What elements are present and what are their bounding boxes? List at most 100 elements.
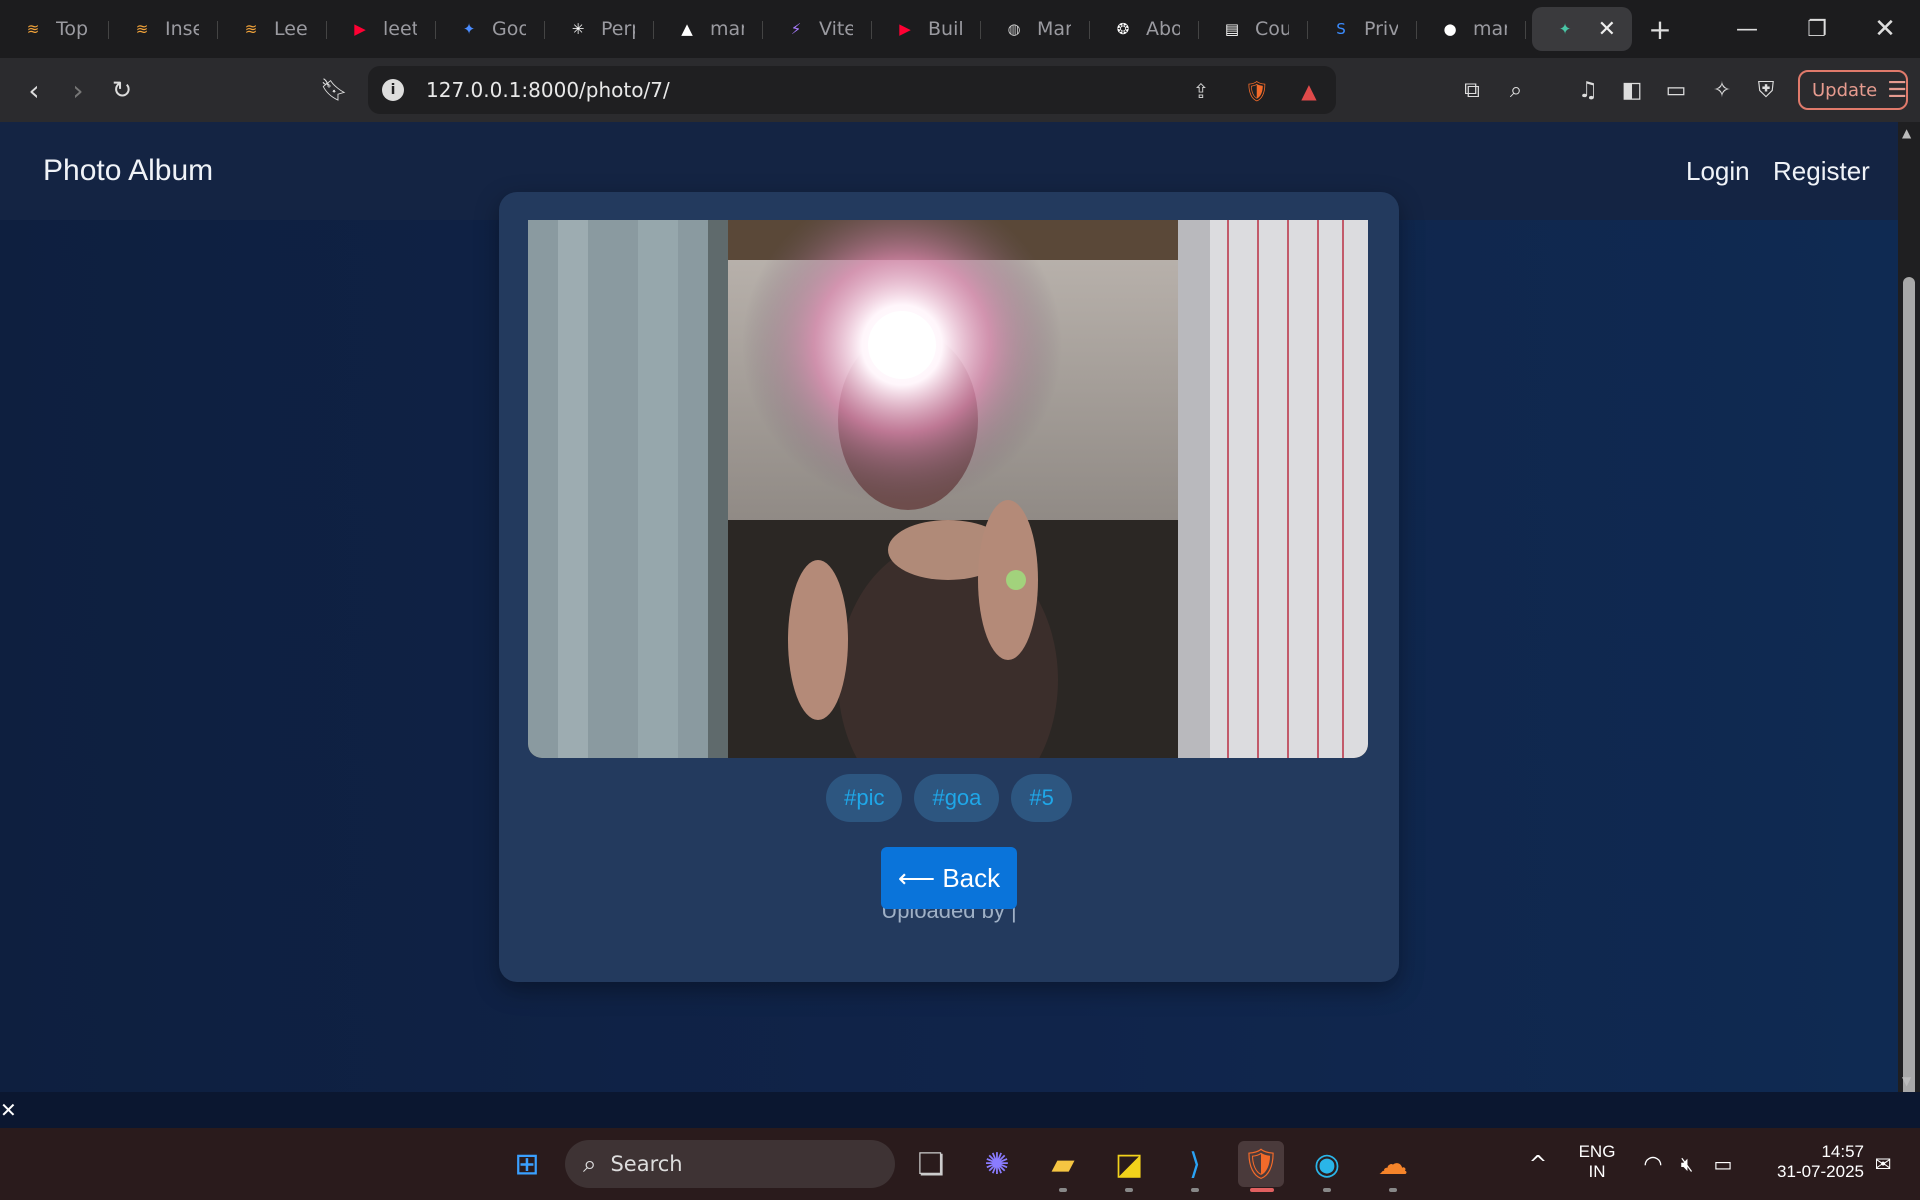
update-label: Update [1812, 79, 1878, 101]
browser-tab[interactable]: ▲ man [654, 7, 763, 51]
tab-title: Abo [1146, 18, 1180, 40]
debug-toolbar-strip: ✕ [0, 1092, 1920, 1128]
tab-title: Buil [928, 18, 962, 40]
tag-pic[interactable]: #pic [826, 774, 903, 822]
mirror-selfie-illustration [528, 220, 1368, 758]
brave-shield-icon[interactable]: 🛡︎ [1244, 78, 1270, 104]
browser-tab[interactable]: ● man [1417, 7, 1526, 51]
browser-tab[interactable]: ▶ Buil [872, 7, 981, 51]
photo-image [528, 220, 1368, 758]
tab-active[interactable]: ✦ ✕ [1532, 7, 1632, 51]
browser-toolbar: ‹ › ↻ 🔖︎ i 127.0.0.1:8000/photo/7/ ⇪ 🛡︎ … [0, 58, 1920, 122]
github-icon: ● [1443, 20, 1457, 38]
forward-arrow-icon[interactable]: › [58, 70, 98, 110]
language-indicator[interactable]: ENG IN [1572, 1142, 1622, 1182]
browser-tab[interactable]: ❂ Abo [1090, 7, 1199, 51]
lang-top: ENG [1578, 1142, 1616, 1161]
tab-title: man [710, 18, 744, 40]
restore-icon[interactable]: ❐ [1782, 0, 1852, 58]
s-logo-icon: S [1336, 20, 1346, 38]
perplexity-icon: ✳ [571, 20, 585, 38]
browser-tab[interactable]: ≋ Leet [218, 7, 327, 51]
copilot-icon[interactable]: ✺ [974, 1141, 1020, 1187]
notifications-icon[interactable]: ✉ [1860, 1141, 1906, 1187]
page-scrollbar[interactable]: ▲ ▼ [1898, 122, 1920, 1107]
scroll-down-icon[interactable]: ▼ [1902, 1074, 1911, 1088]
close-window-icon[interactable]: ✕ [1850, 0, 1920, 58]
openai-icon: ❂ [1116, 20, 1130, 38]
close-tab-icon[interactable]: ✕ [1598, 17, 1616, 42]
new-tab-button[interactable]: + [1632, 7, 1688, 51]
address-bar[interactable]: i 127.0.0.1:8000/photo/7/ ⇪ 🛡︎ ▲ [368, 66, 1336, 114]
scroll-up-icon[interactable]: ▲ [1902, 126, 1911, 140]
browser-tab[interactable]: S Priv [1308, 7, 1417, 51]
search-label: Search [610, 1152, 683, 1176]
share-icon[interactable]: ⇪ [1188, 78, 1214, 104]
back-arrow-icon[interactable]: ‹ [14, 70, 54, 110]
minimize-icon[interactable]: — [1712, 0, 1782, 58]
browser-tab[interactable]: ⚡ Vite [763, 7, 872, 51]
battery-icon[interactable]: ▭ [1700, 1141, 1746, 1187]
extensions-icon[interactable]: ⧉ [1456, 74, 1488, 106]
dollar-stack-icon: ≋ [26, 20, 40, 38]
active-indicator [1250, 1188, 1274, 1192]
cloudflare-icon[interactable]: ☁ [1370, 1141, 1416, 1187]
running-indicator [1191, 1188, 1199, 1192]
wallet-icon[interactable]: ▭ [1660, 74, 1692, 106]
scroll-thumb[interactable] [1903, 277, 1915, 1107]
doc-icon: ▤ [1224, 20, 1240, 38]
browser-tab[interactable]: ◍ Mar [981, 7, 1090, 51]
file-explorer-icon[interactable]: ▰ [1040, 1141, 1086, 1187]
edge-icon[interactable]: ◉ [1304, 1141, 1350, 1187]
brand-link[interactable]: Photo Album [43, 154, 213, 188]
start-icon[interactable]: ⊞ [504, 1141, 550, 1187]
url-text[interactable]: 127.0.0.1:8000/photo/7/ [426, 78, 670, 102]
page-search-icon[interactable]: ⌕ [1500, 74, 1532, 106]
dollar-stack-icon: ≋ [135, 20, 149, 38]
media-icon[interactable]: ♫ [1572, 74, 1604, 106]
browser-tab[interactable]: ✦ Goo [436, 7, 545, 51]
clock[interactable]: 14:57 31-07-2025 [1754, 1142, 1864, 1182]
vite-icon: ⚡ [790, 20, 802, 38]
sticky-notes-icon[interactable]: ◪ [1106, 1141, 1152, 1187]
youtube-icon: ▶ [354, 20, 366, 38]
tag-list: #pic #goa #5 [499, 774, 1399, 822]
task-view-icon[interactable]: ❏ [908, 1141, 954, 1187]
clock-date: 31-07-2025 [1777, 1162, 1864, 1181]
browser-tab[interactable]: ▶ leetc [327, 7, 436, 51]
vpn-icon[interactable]: ⛨ [1750, 74, 1782, 106]
browser-tab[interactable]: ✳ Perp [545, 7, 654, 51]
leo-ai-icon[interactable]: ✧ [1706, 74, 1738, 106]
running-indicator [1059, 1188, 1067, 1192]
running-indicator [1323, 1188, 1331, 1192]
register-link[interactable]: Register [1773, 156, 1870, 187]
back-button[interactable]: ⟵ Back [881, 847, 1017, 909]
sidebar-icon[interactable]: ◧ [1616, 74, 1648, 106]
taskbar-search[interactable]: ⌕ Search [565, 1140, 895, 1188]
youtube-icon: ▶ [899, 20, 911, 38]
reload-icon[interactable]: ↻ [102, 70, 142, 110]
brave-rewards-icon[interactable]: ▲ [1296, 78, 1322, 104]
browser-tab[interactable]: ≋ Top [0, 7, 109, 51]
tab-strip: ≋ Top ≋ Inse ≋ Leet ▶ leetc ✦ Goo ✳ Perp ▲ man ⚡ Vite ▶ B… [0, 0, 1920, 58]
lang-bottom: IN [1588, 1162, 1606, 1181]
clock-time: 14:57 [1821, 1142, 1864, 1161]
update-button[interactable]: Update ☰ [1798, 70, 1908, 110]
running-indicator [1125, 1188, 1133, 1192]
windows-taskbar: ⊞ ⌕ Search ❏ ✺ ▰ ◪ ⟩ 🛡︎ ◉ ☁ ^ ENG IN ◠ 🔇… [0, 1128, 1920, 1200]
tab-title: leetc [383, 18, 417, 40]
dollar-stack-icon: ≋ [244, 20, 258, 38]
brave-icon[interactable]: 🛡︎ [1238, 1141, 1284, 1187]
close-toolbar-icon[interactable]: ✕ [0, 1098, 17, 1122]
tab-title: Perp [601, 18, 635, 40]
vscode-icon[interactable]: ⟩ [1172, 1141, 1218, 1187]
browser-tab[interactable]: ≋ Inse [109, 7, 218, 51]
show-hidden-icons[interactable]: ^ [1515, 1141, 1561, 1187]
site-info-icon[interactable]: i [382, 79, 404, 101]
tag-5[interactable]: #5 [1011, 774, 1072, 822]
bookmark-icon[interactable]: 🔖︎ [314, 70, 354, 110]
tag-goa[interactable]: #goa [914, 774, 1000, 822]
login-link[interactable]: Login [1686, 156, 1750, 187]
search-icon: ⌕ [583, 1150, 597, 1178]
browser-tab[interactable]: ▤ Cou [1199, 7, 1308, 51]
